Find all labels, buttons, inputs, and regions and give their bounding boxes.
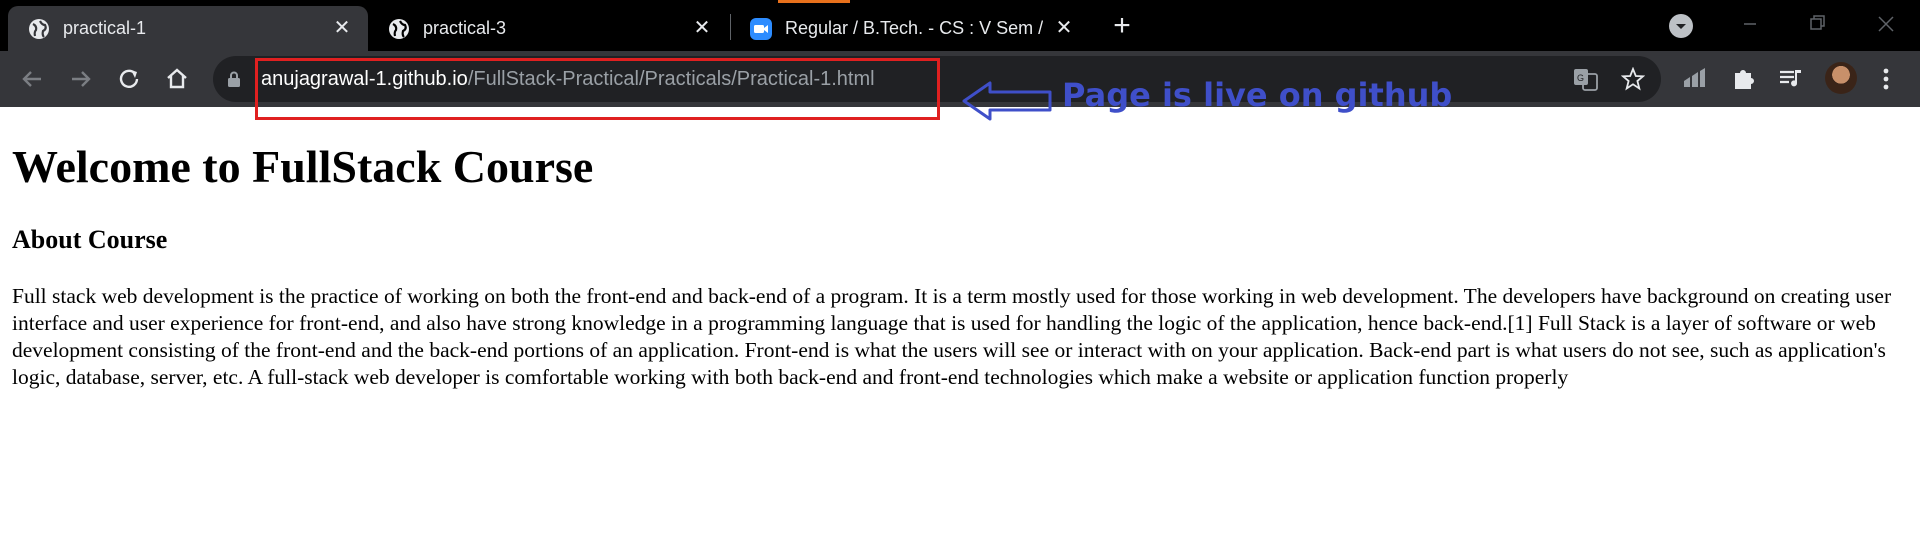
back-arrow-icon[interactable]: [16, 63, 48, 95]
page-subheading: About Course: [12, 224, 168, 254]
minimize-icon: [1744, 23, 1756, 25]
translate-icon[interactable]: G: [1573, 67, 1599, 91]
media-playlist-icon[interactable]: [1775, 63, 1807, 95]
chevron-down-icon: [1676, 24, 1686, 29]
zoom-video-icon: [750, 18, 772, 40]
restore-button[interactable]: [1797, 8, 1837, 40]
new-tab-button[interactable]: +: [1106, 11, 1138, 42]
bookmark-star-icon[interactable]: [1621, 67, 1645, 91]
reload-icon[interactable]: [113, 63, 145, 95]
lock-icon[interactable]: [227, 71, 241, 87]
page-heading: Welcome to FullStack Course: [12, 141, 594, 192]
url-host: anujagrawal-1.github.io: [261, 68, 468, 90]
tab-search-button[interactable]: [1669, 14, 1693, 38]
tab-title: practical-1: [63, 18, 147, 38]
globe-icon: [29, 19, 49, 39]
close-window-button[interactable]: [1866, 8, 1906, 40]
restore-icon: [1810, 15, 1825, 30]
profile-avatar[interactable]: [1825, 62, 1857, 94]
url-text[interactable]: anujagrawal-1.github.io/FullStack-Practi…: [261, 68, 875, 91]
close-icon: [1878, 16, 1894, 32]
loading-indicator: [778, 0, 850, 3]
analytics-extension-icon[interactable]: [1678, 63, 1710, 95]
close-icon[interactable]: ✕: [1052, 16, 1076, 40]
tab-practical-1[interactable]: practical-1 ✕: [8, 6, 368, 51]
tab-practical-3[interactable]: practical-3 ✕: [368, 6, 728, 51]
tab-title: practical-3: [423, 18, 507, 38]
page-paragraph: Full stack web development is the practi…: [12, 284, 1892, 390]
menu-dots-icon[interactable]: [1870, 63, 1902, 95]
browser-toolbar: anujagrawal-1.github.io/FullStack-Practi…: [0, 51, 1920, 107]
tab-title: Regular / B.Tech. - CS : V Sem / 2: [785, 18, 1043, 38]
home-icon[interactable]: [161, 63, 193, 95]
close-icon[interactable]: ✕: [690, 16, 714, 40]
globe-icon: [389, 19, 409, 39]
forward-arrow-icon[interactable]: [65, 63, 97, 95]
url-path: /FullStack-Practical/Practicals/Practica…: [467, 68, 875, 90]
close-icon[interactable]: ✕: [330, 16, 354, 40]
tab-strip: practical-1 ✕ practical-3 ✕ Regular / B.…: [0, 0, 1920, 51]
svg-text:G: G: [1577, 73, 1584, 83]
extensions-puzzle-icon[interactable]: [1727, 63, 1759, 95]
minimize-button[interactable]: [1730, 8, 1770, 40]
page-content: Welcome to FullStack Course About Course…: [12, 107, 1912, 391]
tab-regular-btech[interactable]: Regular / B.Tech. - CS : V Sem / 2 ✕: [730, 6, 1090, 51]
